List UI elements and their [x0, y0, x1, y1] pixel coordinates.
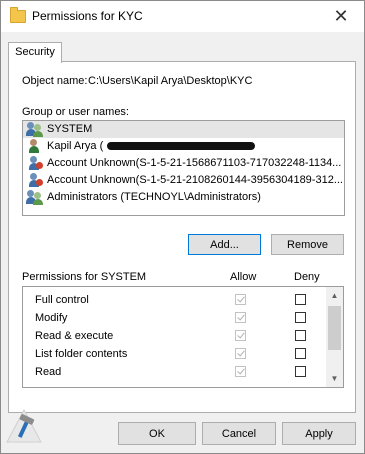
- tab-security[interactable]: Security: [8, 42, 62, 63]
- user-name: Account Unknown(S-1-5-21-2108260144-3956…: [47, 174, 343, 186]
- user-row-administrators[interactable]: Administrators (TECHNOYL\Administrators): [23, 189, 344, 206]
- user-list[interactable]: SYSTEM Kapil Arya ( Account Unknown(S-1-…: [22, 120, 345, 216]
- object-name-label: Object name:: [22, 75, 88, 87]
- permissions-list: Full control Modify Read & execute List …: [22, 286, 344, 388]
- deny-checkbox[interactable]: [295, 330, 306, 341]
- deny-checkbox[interactable]: [295, 294, 306, 305]
- allow-column-header: Allow: [230, 271, 257, 283]
- allow-checkbox: [235, 294, 246, 305]
- users-icon: [26, 190, 44, 205]
- folder-icon: [10, 7, 26, 23]
- user-row-account-unknown-1[interactable]: Account Unknown(S-1-5-21-1568671103-7170…: [23, 155, 344, 172]
- scroll-up-arrow-icon[interactable]: ▲: [326, 287, 343, 304]
- user-icon: [26, 139, 44, 154]
- user-name: SYSTEM: [47, 123, 93, 135]
- permission-row-modify: Modify: [23, 309, 343, 327]
- permission-name: Modify: [35, 312, 68, 324]
- remove-button[interactable]: Remove: [271, 234, 344, 255]
- deny-checkbox[interactable]: [295, 312, 306, 323]
- unknown-account-icon: [26, 156, 44, 171]
- hammer-logo-icon: [6, 408, 42, 443]
- allow-checkbox: [235, 348, 246, 359]
- object-name-value: C:\Users\Kapil Arya\Desktop\KYC: [88, 75, 253, 87]
- scrollbar-thumb[interactable]: [328, 306, 341, 350]
- cancel-button[interactable]: Cancel: [202, 422, 276, 445]
- deny-column-header: Deny: [294, 271, 320, 283]
- deny-checkbox[interactable]: [295, 348, 306, 359]
- permissions-label: Permissions for SYSTEM: [22, 271, 147, 283]
- permission-name: List folder contents: [35, 348, 128, 360]
- scroll-down-arrow-icon[interactable]: ▼: [326, 370, 343, 387]
- allow-checkbox: [235, 312, 246, 323]
- security-panel: Object name: C:\Users\Kapil Arya\Desktop…: [8, 61, 356, 413]
- apply-button[interactable]: Apply: [282, 422, 356, 445]
- permissions-dialog: Permissions for KYC ✕ Security Object na…: [0, 0, 365, 454]
- permission-row-list-folder-contents: List folder contents: [23, 345, 343, 363]
- user-name: Kapil Arya (: [47, 140, 104, 152]
- permission-name: Read: [35, 366, 62, 378]
- redaction-scribble: [107, 142, 255, 150]
- close-button[interactable]: ✕: [318, 1, 364, 31]
- permission-row-read: Read: [23, 363, 343, 381]
- permission-row-full-control: Full control: [23, 291, 343, 309]
- users-icon: [26, 122, 44, 137]
- permission-name: Read & execute: [35, 330, 114, 342]
- add-button[interactable]: Add...: [188, 234, 261, 255]
- title-bar: Permissions for KYC ✕: [1, 1, 364, 32]
- permissions-scrollbar[interactable]: ▲ ▼: [326, 287, 343, 387]
- unknown-account-icon: [26, 173, 44, 188]
- user-name: Account Unknown(S-1-5-21-1568671103-7170…: [47, 157, 342, 169]
- allow-checkbox: [235, 366, 246, 377]
- user-name: Administrators (TECHNOYL\Administrators): [47, 191, 261, 203]
- window-title: Permissions for KYC: [32, 9, 143, 23]
- ok-button[interactable]: OK: [118, 422, 196, 445]
- user-row-account-unknown-2[interactable]: Account Unknown(S-1-5-21-2108260144-3956…: [23, 172, 344, 189]
- group-names-label: Group or user names:: [22, 106, 129, 118]
- allow-checkbox: [235, 330, 246, 341]
- user-row-kapil-arya[interactable]: Kapil Arya (: [23, 138, 344, 155]
- deny-checkbox[interactable]: [295, 366, 306, 377]
- user-row-system[interactable]: SYSTEM: [23, 121, 344, 138]
- permission-name: Full control: [35, 294, 89, 306]
- permission-row-read-execute: Read & execute: [23, 327, 343, 345]
